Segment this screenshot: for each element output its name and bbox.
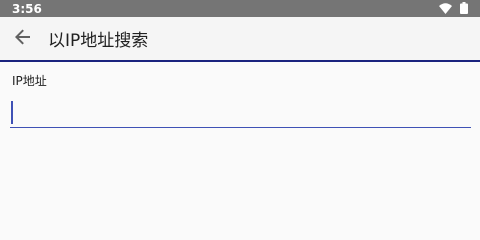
status-time: 3:56 bbox=[12, 1, 42, 16]
battery-icon bbox=[460, 0, 468, 18]
page-title: 以IP地址搜索 bbox=[48, 31, 149, 51]
text-cursor bbox=[11, 101, 13, 124]
ip-address-input[interactable] bbox=[10, 96, 471, 128]
arrow-back-icon bbox=[15, 29, 31, 49]
status-bar: 3:56 bbox=[0, 0, 480, 17]
content-area: IP地址 bbox=[0, 64, 480, 237]
ip-address-label: IP地址 bbox=[12, 74, 47, 88]
back-button[interactable] bbox=[0, 16, 46, 61]
wifi-icon bbox=[439, 0, 452, 18]
app-bar: 以IP地址搜索 bbox=[0, 17, 480, 62]
status-icons bbox=[439, 0, 468, 18]
